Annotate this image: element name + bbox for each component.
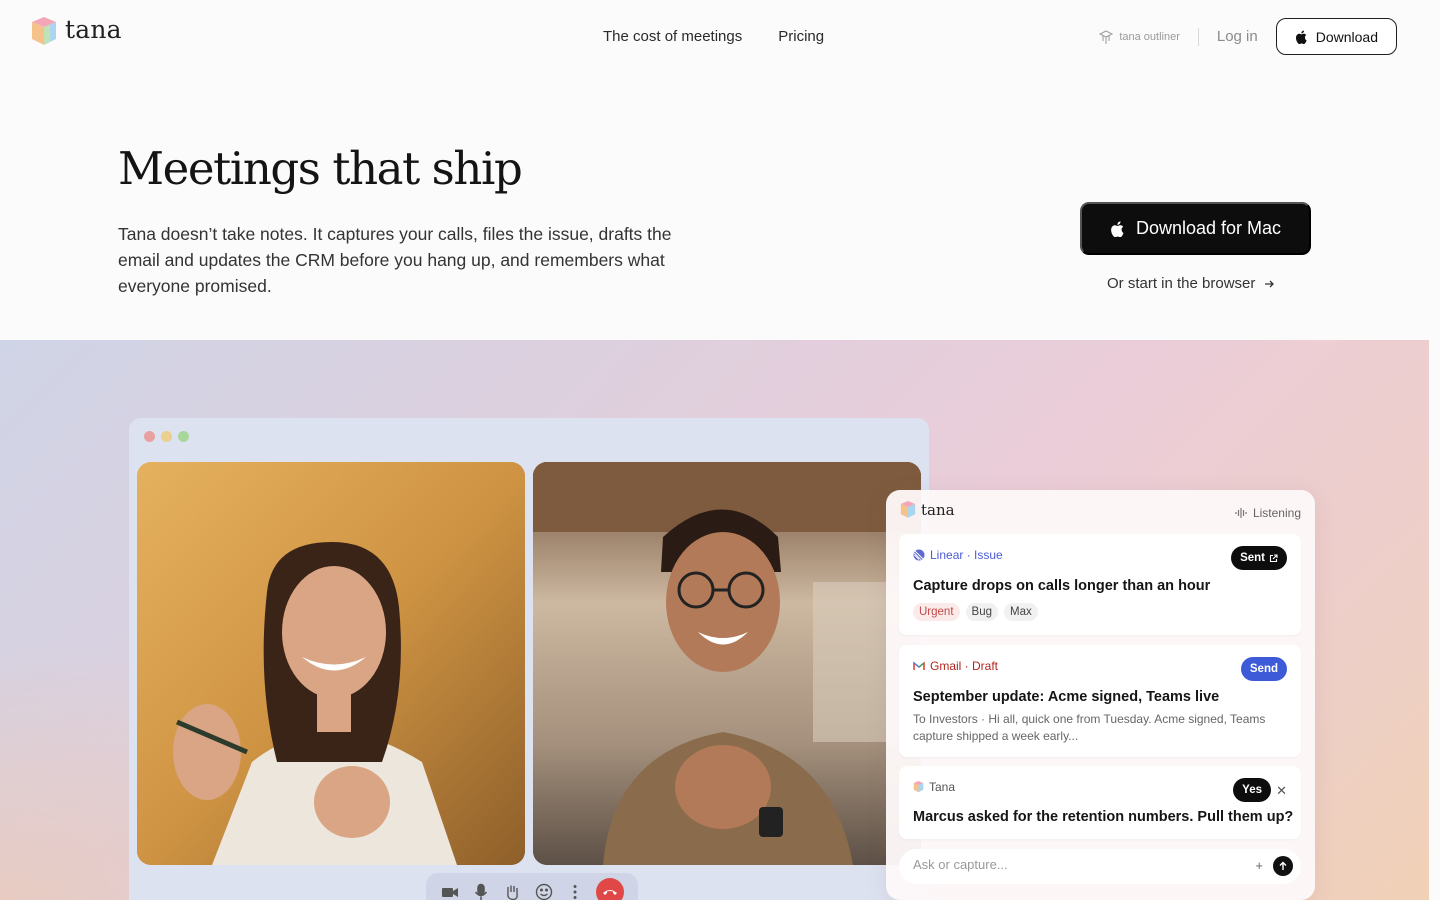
nav-actions: tana outliner Log in Download: [1098, 18, 1397, 55]
participant-man-image: [533, 462, 921, 865]
logo-text: tana: [65, 14, 122, 44]
video-call-window: [129, 418, 929, 900]
raise-hand-icon[interactable]: [502, 882, 522, 900]
maximize-window-dot[interactable]: [178, 431, 189, 442]
tana-outliner-link[interactable]: tana outliner: [1098, 29, 1198, 45]
panel-header: tana: [900, 501, 955, 519]
login-link[interactable]: Log in: [1199, 28, 1276, 45]
listening-label: Listening: [1252, 506, 1301, 520]
card-source-label: Gmail · Draft: [930, 659, 999, 673]
start-in-browser-link[interactable]: Or start in the browser: [1107, 275, 1275, 292]
nav-links: The cost of meetings Pricing: [603, 28, 824, 45]
card-title: September update: Acme signed, Teams liv…: [913, 689, 1220, 705]
gmail-draft-card[interactable]: Gmail · Draft Send September update: Acm…: [899, 645, 1301, 757]
apple-icon: [1111, 220, 1124, 237]
issue-tags: Urgent Bug Max: [913, 603, 1038, 621]
panel-brand: tana: [921, 501, 955, 519]
add-icon[interactable]: +: [1255, 858, 1263, 873]
listening-status: Listening: [1235, 506, 1301, 520]
tag-bug[interactable]: Bug: [965, 603, 998, 621]
ask-bar: +: [899, 849, 1301, 884]
send-button-label: Send: [1249, 663, 1278, 675]
tag-urgent[interactable]: Urgent: [913, 603, 960, 621]
sent-badge[interactable]: Sent: [1231, 546, 1287, 570]
email-preview: To Investors · Hi all, quick one from Tu…: [913, 712, 1266, 743]
download-for-mac-button[interactable]: Download for Mac: [1080, 202, 1311, 255]
card-source: Tana: [913, 780, 955, 794]
tana-suggestion-card[interactable]: Tana Yes ✕ Marcus asked for the retentio…: [899, 766, 1301, 839]
product-showcase: tana Listening Linear · Issue Sent Captu…: [0, 340, 1429, 900]
outliner-label: tana outliner: [1119, 30, 1180, 43]
hero-title: Meetings that ship: [118, 142, 523, 195]
top-nav: tana The cost of meetings Pricing tana o…: [0, 0, 1440, 72]
outliner-icon: [1099, 29, 1114, 44]
tana-logo-icon: [913, 781, 924, 793]
external-link-icon: [1269, 553, 1278, 562]
participant-video-woman: [137, 462, 525, 865]
linear-icon: [913, 549, 925, 561]
yes-button-label: Yes: [1242, 784, 1262, 796]
emoji-icon[interactable]: [534, 882, 554, 900]
linear-issue-card[interactable]: Linear · Issue Sent Capture drops on cal…: [899, 534, 1301, 635]
nav-link-cost-of-meetings[interactable]: The cost of meetings: [603, 28, 742, 45]
end-call-icon[interactable]: [596, 878, 625, 900]
tag-assignee[interactable]: Max: [1004, 603, 1038, 621]
tana-assistant-panel: tana Listening Linear · Issue Sent Captu…: [886, 490, 1315, 900]
download-button-label: Download: [1315, 28, 1378, 45]
close-window-dot[interactable]: [144, 431, 155, 442]
tana-logo-icon: [900, 501, 916, 518]
more-icon[interactable]: [565, 882, 585, 900]
send-button[interactable]: Send: [1240, 657, 1287, 681]
tana-logo-icon: [32, 17, 56, 45]
card-title: Capture drops on calls longer than an ho…: [913, 578, 1211, 594]
participant-video-man: [533, 462, 921, 865]
minimize-window-dot[interactable]: [161, 431, 172, 442]
microphone-icon[interactable]: [471, 882, 491, 900]
card-title: Marcus asked for the retention numbers. …: [913, 809, 1294, 825]
waveform-icon: [1235, 508, 1247, 518]
participant-woman-image: [137, 462, 525, 865]
card-source: Linear · Issue: [913, 548, 1003, 562]
download-for-mac-label: Download for Mac: [1135, 218, 1282, 238]
start-in-browser-label: Or start in the browser: [1107, 275, 1256, 292]
download-button[interactable]: Download: [1275, 18, 1397, 55]
tana-logo[interactable]: tana: [31, 14, 122, 47]
card-source: Gmail · Draft: [913, 659, 998, 673]
card-source-label: Linear · Issue: [930, 548, 1003, 562]
apple-icon: [1295, 29, 1307, 44]
submit-arrow-icon[interactable]: [1273, 856, 1293, 876]
arrow-right-icon: [1265, 280, 1275, 287]
card-source-label: Tana: [929, 780, 956, 794]
camera-icon[interactable]: [440, 882, 460, 900]
yes-button[interactable]: Yes: [1233, 778, 1271, 802]
window-controls: [144, 431, 189, 442]
hero-subtitle: Tana doesn’t take notes. It captures you…: [118, 224, 672, 296]
sent-badge-label: Sent: [1240, 552, 1265, 564]
gmail-icon: [913, 661, 925, 670]
ask-input[interactable]: [913, 857, 1213, 872]
call-controls: [426, 873, 638, 900]
nav-link-pricing[interactable]: Pricing: [778, 28, 824, 45]
dismiss-icon[interactable]: ✕: [1276, 783, 1287, 799]
